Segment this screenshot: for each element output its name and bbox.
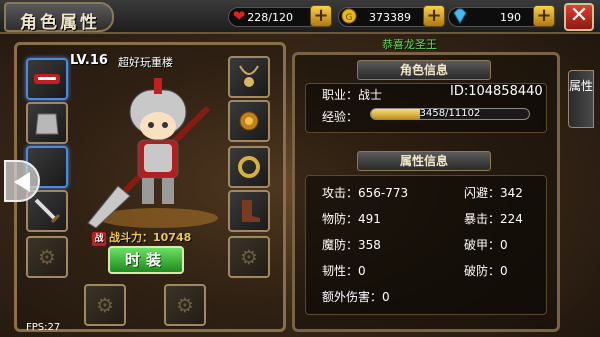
necklace-icon: [239, 65, 259, 87]
power-badge: 战: [92, 232, 106, 246]
sword-icon: [34, 198, 61, 224]
extra-damage-stat: 额外伤害：0: [322, 290, 390, 304]
exp-bar: 3458/11102: [370, 108, 530, 120]
exp-text: 3458/11102: [419, 108, 481, 119]
ring-icon: [238, 156, 260, 178]
empty-slot-bottom-2[interactable]: ⚙: [164, 284, 206, 326]
tab-attributes[interactable]: 属性: [568, 70, 594, 128]
svg-text:G: G: [346, 13, 353, 23]
toughness-stat: 韧性：0: [322, 264, 366, 278]
attack-stat: 攻击：656-773: [322, 186, 409, 200]
power-value: 战斗力：10748: [109, 231, 192, 244]
player-id: ID:104858440: [450, 84, 543, 99]
attr-info-header: 属性信息: [357, 151, 491, 171]
empty-slot-right[interactable]: ⚙: [228, 236, 270, 278]
helmet-icon: [34, 74, 60, 84]
boots-icon: [242, 200, 260, 222]
exp-label: 经验：: [322, 110, 359, 124]
fashion-button[interactable]: 时装: [108, 246, 184, 274]
defense-break-stat: 破防：0: [464, 264, 508, 278]
add-diamond-button[interactable]: +: [533, 5, 555, 27]
helmet-slot[interactable]: [26, 58, 68, 100]
character-name: 超好玩重楼: [118, 56, 173, 69]
armor-icon: [35, 113, 59, 135]
role-info-header: 角色信息: [357, 60, 491, 80]
magic-def-stat: 魔防：358: [322, 238, 381, 252]
gold-value: 373389: [369, 11, 411, 24]
empty-slot-left[interactable]: ⚙: [26, 236, 68, 278]
fps-counter: FPS:27: [26, 322, 61, 333]
diamond-icon: [450, 6, 470, 26]
empty-slot-bottom-1[interactable]: ⚙: [84, 284, 126, 326]
page-title: 角色属性: [4, 2, 114, 33]
close-button[interactable]: ✕: [564, 3, 594, 31]
amulet-icon: [239, 111, 259, 131]
diamond-value: 190: [500, 11, 521, 24]
armor-slot[interactable]: [26, 102, 68, 144]
add-hp-button[interactable]: +: [310, 5, 332, 27]
hp-value: 228/120: [247, 11, 293, 24]
crit-stat: 暴击：224: [464, 212, 523, 226]
job-label: 职业：战士: [322, 88, 383, 102]
armor-break-stat: 破甲：0: [464, 238, 508, 252]
top-bar: 角色属性 228/120 ❤ + 373389 G + 190 + ✕: [0, 0, 600, 34]
heart-icon: ❤: [232, 7, 246, 25]
hero-character: [87, 78, 218, 228]
gold-coin-icon: G: [339, 6, 359, 26]
add-gold-button[interactable]: +: [423, 5, 445, 27]
phys-def-stat: 物防：491: [322, 212, 381, 226]
power-display: 战战斗力：10748: [92, 229, 191, 246]
dodge-stat: 闪避：342: [464, 186, 523, 200]
character-level: LV.16: [70, 53, 108, 68]
congrats-text: 恭喜龙圣王: [382, 38, 437, 51]
